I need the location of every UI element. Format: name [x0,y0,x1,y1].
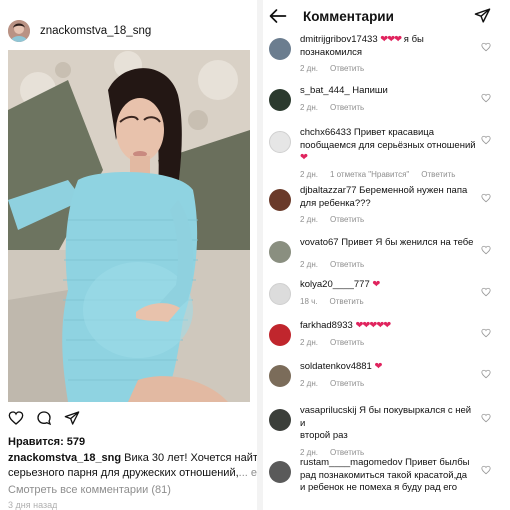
comment-hearts: ❤❤❤❤❤ [355,320,391,331]
comment-item: djbaltazzar77 Беременной нужен папа для р… [263,185,510,237]
comment-text: Привет красавица [351,127,435,138]
comment-item: farkhad8933 ❤❤❤❤❤ 2 дн. Ответить [263,320,510,361]
comment-item: rustam____magomedov Привет былбы рад позн… [263,457,510,507]
comment-username[interactable]: vovato67 [300,237,339,248]
comment-time: 2 дн. [300,215,318,224]
comment-time: 2 дн. [300,259,318,269]
comment-time: 2 дн. [300,447,318,457]
reply-button[interactable]: Ответить [330,215,364,224]
comment-item: chchx66433 Привет красавица пообщаемся дл… [263,127,510,185]
comment-like-heart-icon[interactable] [481,42,491,52]
caption-username[interactable]: znackomstva_18_sng [8,452,121,464]
comment-like-heart-icon[interactable] [481,413,491,423]
comment-time: 18 ч. [300,296,318,306]
caption-text-line2: серьезного парня для дружеских отношений… [8,467,239,479]
comment-username[interactable]: vasaprilucskij [300,405,357,416]
comment-username[interactable]: djbaltazzar77 [300,185,357,196]
reply-button[interactable]: Ответить [330,64,364,73]
like-heart-icon[interactable] [8,410,24,426]
post-author-avatar[interactable] [8,20,30,42]
comment-time: 2 дн. [300,169,318,179]
comment-username[interactable]: farkhad8933 [300,320,353,331]
share-send-icon[interactable] [64,410,80,426]
reply-button[interactable]: Ответить [330,338,364,347]
comment-like-heart-icon[interactable] [481,245,491,255]
commenter-avatar[interactable] [269,365,291,387]
comments-header: Комментарии [263,0,510,32]
comment-time: 2 дн. [300,337,318,347]
comment-text: Привет былбы [402,457,470,468]
comment-likes-count[interactable]: 1 отметка "Нравится" [330,170,409,179]
post-caption: znackomstva_18_sng Вика 30 лет! Хочется … [8,451,258,481]
comments-screen: Комментарии dmitrijgribov17433 ❤❤❤ я бы п… [263,0,510,510]
commenter-avatar[interactable] [269,241,291,263]
commenter-avatar[interactable] [269,189,291,211]
comment-like-heart-icon[interactable] [481,465,491,475]
comment-username[interactable]: chchx66433 [300,127,351,138]
caption-text: Вика 30 лет! Хочется найти [121,452,258,464]
reply-button[interactable]: Ответить [330,260,364,269]
comment-text-line3: и ребенок не помеха я буду рад его [300,482,458,493]
comment-text-line2: второй раз [300,430,348,441]
reply-button[interactable]: Ответить [330,103,364,112]
commenter-avatar[interactable] [269,283,291,305]
comment-hearts: ❤ [374,361,382,372]
commenter-avatar[interactable] [269,324,291,346]
commenter-avatar[interactable] [269,38,291,60]
comment-like-heart-icon[interactable] [481,135,491,145]
comment-username[interactable]: s_bat_444_ [300,85,350,96]
reply-button[interactable]: Ответить [330,379,364,388]
comment-time: 2 дн. [300,102,318,112]
instagram-post: znackomstva_18_sng Нравится: 579 znackom… [0,0,258,510]
likes-count[interactable]: Нравится: 579 [8,436,85,448]
reply-button[interactable]: Ответить [330,297,364,306]
post-actions [8,410,80,426]
commenter-avatar[interactable] [269,89,291,111]
comment-hearts: ❤ [372,279,380,290]
comment-like-heart-icon[interactable] [481,328,491,338]
comment-text: Беременной нужен папа [356,185,468,196]
reply-button[interactable]: Ответить [330,448,364,457]
back-arrow-icon[interactable] [269,8,287,24]
direct-send-icon[interactable] [474,7,491,24]
comment-item: kolya20____777 ❤ 18 ч. Ответить [263,279,510,320]
comment-item: vasaprilucskij Я бы покувыркался с ней и… [263,405,510,457]
comment-text: Привет Я бы женился на тебе [338,237,474,248]
comment-text-line2: познакомился [300,46,363,58]
comment-hearts: ❤❤❤ [380,34,402,45]
comment-like-heart-icon[interactable] [481,369,491,379]
post-author-username[interactable]: znackomstva_18_sng [40,25,151,37]
view-all-comments-link[interactable]: Смотреть все комментарии (81) [8,484,171,496]
comment-like-heart-icon[interactable] [481,193,491,203]
comment-text-line2: рад познакомиться такой красатой,да [300,469,468,481]
comment-text: я бы [401,34,424,45]
comment-item: soldatenkov4881 ❤ 2 дн. Ответить [263,361,510,405]
comment-item: vovato67 Привет Я бы женился на тебе 2 д… [263,237,510,279]
comment-bubble-icon[interactable] [36,410,52,426]
comment-username[interactable]: kolya20____777 [300,279,370,290]
post-timestamp: 3 дня назад [8,500,58,510]
comment-time: 2 дн. [300,64,318,73]
caption-more-link[interactable]: ... ещ [239,467,258,479]
comments-list: dmitrijgribov17433 ❤❤❤ я бы познакомился … [263,34,510,507]
reply-button[interactable]: Ответить [421,170,455,179]
comment-username[interactable]: rustam____magomedov [300,457,402,468]
comment-text-line2: пообщаемся для серьёзных отношений [300,139,476,151]
comment-username[interactable]: soldatenkov4881 [300,361,372,372]
post-photo[interactable] [8,50,250,402]
comment-like-heart-icon[interactable] [481,287,491,297]
comment-hearts: ❤ [300,152,308,163]
commenter-avatar[interactable] [269,131,291,153]
comment-like-heart-icon[interactable] [481,93,491,103]
post-header: znackomstva_18_sng [8,18,151,44]
comment-item: dmitrijgribov17433 ❤❤❤ я бы познакомился … [263,34,510,85]
commenter-avatar[interactable] [269,461,291,483]
comments-title: Комментарии [303,9,394,24]
comment-username[interactable]: dmitrijgribov17433 [300,34,378,45]
comment-item: s_bat_444_ Напиши 2 дн. Ответить [263,85,510,127]
commenter-avatar[interactable] [269,409,291,431]
comment-text-line2: для ребенка??? [300,197,371,209]
comment-text: Напиши [349,85,388,96]
comment-time: 2 дн. [300,378,318,388]
